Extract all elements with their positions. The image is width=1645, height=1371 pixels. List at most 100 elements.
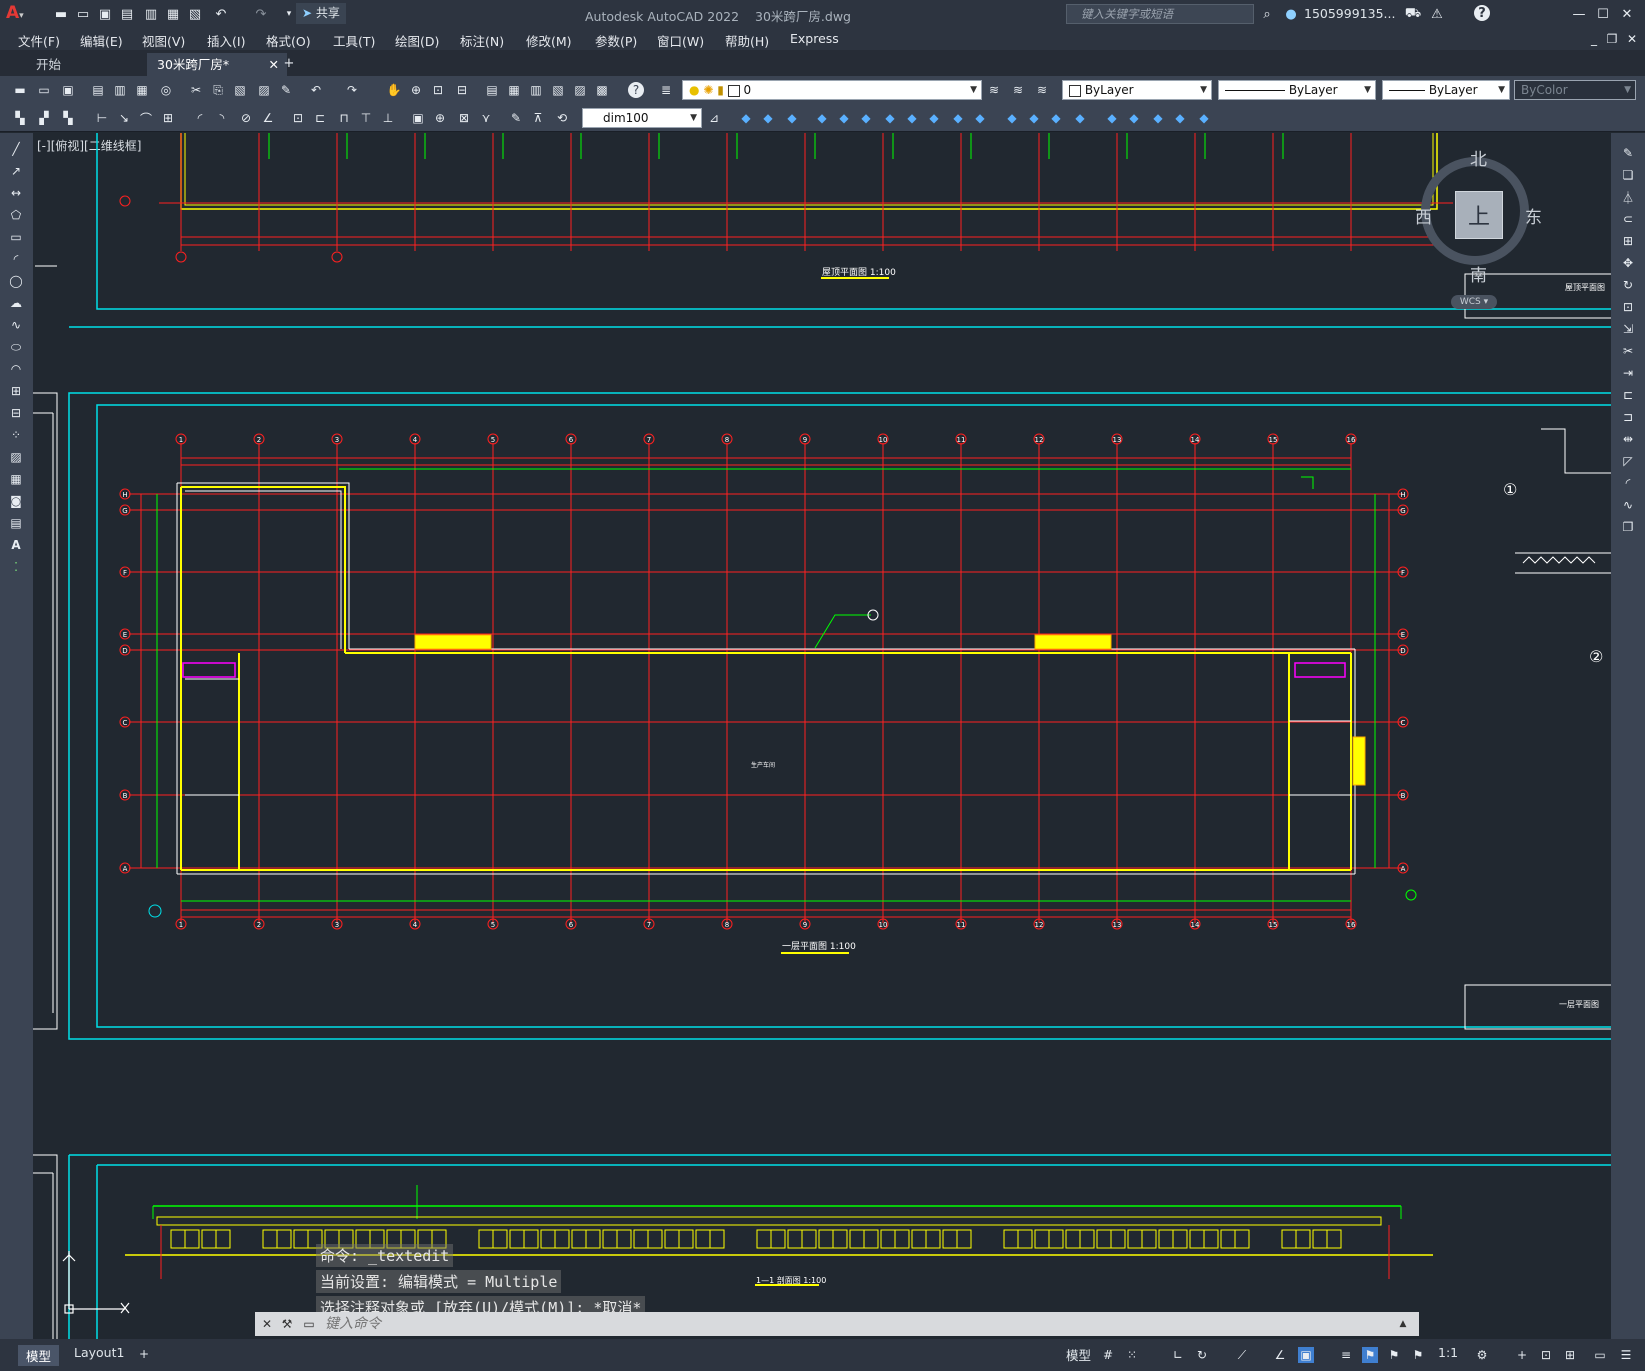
- menu-format[interactable]: 格式(O): [266, 31, 311, 50]
- cart-icon[interactable]: ⛟: [1404, 5, 1422, 23]
- tb-cut-icon[interactable]: ✂: [188, 82, 204, 98]
- tb-calculator-icon[interactable]: ▩: [594, 82, 610, 98]
- compass-north[interactable]: 北: [1470, 145, 1487, 170]
- draw-ellipse-arc-icon[interactable]: ◠: [8, 361, 24, 377]
- tab-active-drawing[interactable]: 30米跨厂房* ✕: [147, 53, 287, 76]
- autocad-logo-icon[interactable]: A▾: [6, 3, 34, 25]
- draw-arc-icon[interactable]: ◜: [8, 251, 24, 267]
- redo-icon[interactable]: ↷: [252, 5, 270, 23]
- quick-properties-icon[interactable]: ⊞: [1562, 1347, 1578, 1363]
- publish-icon[interactable]: ▦: [164, 5, 182, 23]
- dim-break-icon[interactable]: ⊥: [380, 110, 396, 126]
- model-space-button[interactable]: 模型: [1066, 1345, 1091, 1364]
- tb-open-icon[interactable]: ▭: [36, 82, 52, 98]
- dim-style-icon[interactable]: ⊿: [706, 110, 722, 126]
- viewcube-face[interactable]: 上: [1455, 191, 1503, 239]
- modify-trim-icon[interactable]: ◆: [950, 110, 966, 126]
- tb-globe-icon[interactable]: ◎: [158, 82, 174, 98]
- maximize-icon[interactable]: ☐: [1594, 5, 1612, 23]
- osnap-tracking-icon[interactable]: ▣: [1298, 1347, 1314, 1363]
- tb-markup-icon[interactable]: ▨: [572, 82, 588, 98]
- clean-screen-icon[interactable]: ▭: [1592, 1347, 1608, 1363]
- rotate-icon[interactable]: ↻: [1620, 277, 1636, 293]
- dim-update-icon[interactable]: ⟲: [554, 110, 570, 126]
- modify-break-icon[interactable]: ◆: [1004, 110, 1020, 126]
- modify-pedit-icon[interactable]: ◆: [1126, 110, 1142, 126]
- dim-angular-icon[interactable]: ∠: [260, 110, 276, 126]
- draw-circle-icon[interactable]: ◯: [8, 273, 24, 289]
- tb-toolpalette-icon[interactable]: ▥: [528, 82, 544, 98]
- new-tab-icon[interactable]: +: [280, 54, 298, 72]
- tab-layout1[interactable]: Layout1: [74, 1345, 124, 1360]
- user-name[interactable]: 1505999135...: [1304, 6, 1395, 21]
- menu-edit[interactable]: 编辑(E): [80, 31, 123, 50]
- modify-region-icon[interactable]: ◆: [1196, 110, 1212, 126]
- help-icon[interactable]: ?: [1474, 5, 1490, 21]
- dim-diameter-icon[interactable]: ⊘: [238, 110, 254, 126]
- draw-point-icon[interactable]: ⁘: [8, 427, 24, 443]
- tb-preview-icon[interactable]: ▥: [112, 82, 128, 98]
- modify-move-icon[interactable]: ◆: [858, 110, 874, 126]
- scale-icon[interactable]: ⊡: [1620, 299, 1636, 315]
- explode-icon[interactable]: ❐: [1620, 519, 1636, 535]
- workspace-gear-icon[interactable]: ⚙: [1474, 1347, 1490, 1363]
- save-icon[interactable]: ▣: [96, 5, 114, 23]
- modify-offset-icon[interactable]: ◆: [814, 110, 830, 126]
- trim-icon[interactable]: ✂: [1620, 343, 1636, 359]
- tb-brush-icon[interactable]: ✎: [278, 82, 294, 98]
- tb2-wblock-icon[interactable]: ▚: [60, 110, 76, 126]
- model-space-canvas[interactable]: [-][俯视][二维线框] 屋顶平面图 1:100 屋顶平面图 1 1 2 2 …: [33, 133, 1611, 1339]
- open-file-icon[interactable]: ▭: [74, 5, 92, 23]
- dim-continue-icon[interactable]: ⊓: [336, 110, 352, 126]
- join-icon[interactable]: ⇹: [1620, 431, 1636, 447]
- dim-arc-icon[interactable]: ⌒: [138, 110, 154, 126]
- dim-ordinate-icon[interactable]: ⊞: [160, 110, 176, 126]
- insert-block-icon[interactable]: ⊞: [8, 383, 24, 399]
- tb-help-icon[interactable]: ?: [628, 82, 644, 98]
- modify-fillet-icon[interactable]: ◆: [1072, 110, 1088, 126]
- tb-match-icon[interactable]: ▨: [256, 82, 272, 98]
- add-selected-icon[interactable]: ⁚: [8, 559, 24, 575]
- tb2-insert-icon[interactable]: ▚: [12, 110, 28, 126]
- offset-icon[interactable]: ⊂: [1620, 211, 1636, 227]
- plotstyle-dropdown[interactable]: ByColor ▼: [1514, 80, 1636, 100]
- doc-restore-icon[interactable]: ❐: [1604, 31, 1620, 47]
- modify-scale-icon[interactable]: ◆: [904, 110, 920, 126]
- search-icon[interactable]: ⌕: [1258, 5, 1276, 23]
- object-snap-icon[interactable]: ∠: [1272, 1347, 1288, 1363]
- dim-space-icon[interactable]: ⊤: [358, 110, 374, 126]
- menu-help[interactable]: 帮助(H): [725, 31, 769, 50]
- user-icon[interactable]: ●: [1282, 5, 1300, 23]
- grid-icon[interactable]: #: [1100, 1347, 1116, 1363]
- draw-gradient-icon[interactable]: ▦: [8, 471, 24, 487]
- dim-linear-icon[interactable]: ⊢: [94, 110, 110, 126]
- tb2-block-icon[interactable]: ▞: [36, 110, 52, 126]
- layer-previous-icon[interactable]: ≋: [986, 82, 1002, 98]
- modify-copy-icon[interactable]: ◆: [760, 110, 776, 126]
- draw-table-icon[interactable]: ▤: [8, 515, 24, 531]
- dimstyle-dropdown[interactable]: dim100 ▼: [582, 108, 702, 128]
- compass-east[interactable]: 东: [1525, 203, 1542, 228]
- menu-modify[interactable]: 修改(M): [526, 31, 572, 50]
- center-mark-icon[interactable]: ⊕: [432, 110, 448, 126]
- tb-redo-icon[interactable]: ↷: [344, 82, 360, 98]
- modify-extend-icon[interactable]: ◆: [972, 110, 988, 126]
- undo-icon[interactable]: ↶: [212, 5, 230, 23]
- layer-manager-icon[interactable]: ≣: [658, 82, 674, 98]
- modify-stretch-icon[interactable]: ◆: [926, 110, 942, 126]
- tb-sheetset-icon[interactable]: ▧: [550, 82, 566, 98]
- dim-edit-icon[interactable]: ✎: [508, 110, 524, 126]
- tb-designcenter-icon[interactable]: ▦: [506, 82, 522, 98]
- dim-radius-icon[interactable]: ◜: [192, 110, 208, 126]
- make-block-icon[interactable]: ⊟: [8, 405, 24, 421]
- modify-rotate-icon[interactable]: ◆: [882, 110, 898, 126]
- chamfer-icon[interactable]: ◸: [1620, 453, 1636, 469]
- customization-menu-icon[interactable]: ☰: [1618, 1347, 1634, 1363]
- compass-west[interactable]: 西: [1415, 203, 1432, 228]
- menu-express[interactable]: Express: [790, 31, 839, 46]
- command-input[interactable]: [323, 1314, 1387, 1334]
- tb-zoom-window-icon[interactable]: ⊡: [430, 82, 446, 98]
- linetype-dropdown[interactable]: ByLayer ▼: [1218, 80, 1376, 100]
- auto-scale-icon[interactable]: ⚑: [1386, 1347, 1402, 1363]
- tab-close-icon[interactable]: ✕: [269, 53, 279, 76]
